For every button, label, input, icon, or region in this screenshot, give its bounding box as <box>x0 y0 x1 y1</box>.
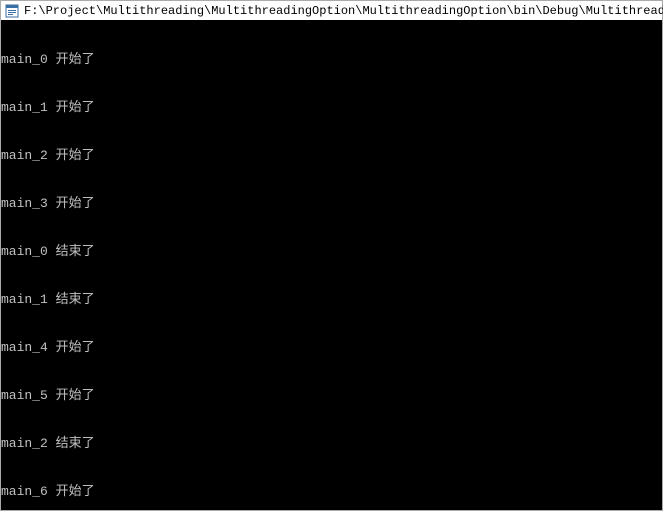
console-line: main_1 开始了 <box>1 100 662 116</box>
console-window: F:\Project\Multithreading\Multithreading… <box>0 0 663 511</box>
console-line: main_6 开始了 <box>1 484 662 500</box>
console-line: main_2 结束了 <box>1 436 662 452</box>
app-icon <box>5 4 19 18</box>
console-line: main_2 开始了 <box>1 148 662 164</box>
console-output[interactable]: main_0 开始了 main_1 开始了 main_2 开始了 main_3 … <box>1 20 662 510</box>
console-line: main_1 结束了 <box>1 292 662 308</box>
window-title: F:\Project\Multithreading\Multithreading… <box>24 4 663 18</box>
console-line: main_0 开始了 <box>1 52 662 68</box>
titlebar[interactable]: F:\Project\Multithreading\Multithreading… <box>1 1 662 20</box>
console-line: main_5 开始了 <box>1 388 662 404</box>
console-line: main_4 开始了 <box>1 340 662 356</box>
console-line: main_3 开始了 <box>1 196 662 212</box>
console-line: main_0 结束了 <box>1 244 662 260</box>
